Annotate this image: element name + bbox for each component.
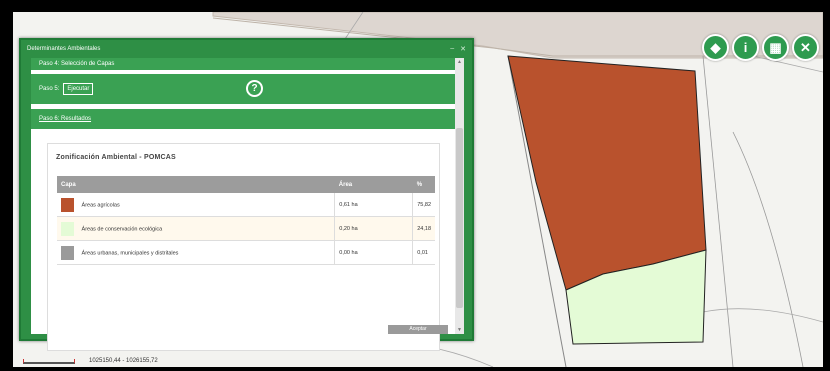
percent-cell: 0,01 [412, 240, 435, 265]
results-title: Zonificación Ambiental - POMCAS [56, 154, 176, 161]
percent-cell: 24,18 [412, 216, 435, 241]
step-5-header: Paso 5: Ejecutar ? [31, 74, 455, 106]
step-6-label: Paso 6: Resultados [39, 116, 92, 122]
step-6-header[interactable]: Paso 6: Resultados [31, 109, 455, 129]
tools-icon[interactable]: ✕ [792, 34, 819, 61]
percent-cell: 75,82 [412, 193, 435, 217]
map-viewer[interactable]: ◆ i ▦ ✕ 1025150,44 - 1026155,72 Determin… [13, 12, 823, 367]
scroll-up-icon[interactable]: ▲ [455, 58, 464, 66]
scale-bar [23, 358, 75, 364]
minimize-icon[interactable]: – [450, 45, 454, 53]
panel-titlebar[interactable]: Determinantes Ambientales – ✕ [21, 40, 472, 58]
col-percent: % [412, 176, 435, 193]
step-4-label: Paso 4: Selección de Capas [39, 61, 115, 67]
layers-icon[interactable]: ◆ [702, 34, 729, 61]
table-header-row: Capa Área % [57, 176, 435, 193]
layer-cell: Áreas de conservación ecológica [57, 216, 335, 241]
layer-name: Áreas de conservación ecológica [81, 225, 163, 232]
step-4-header[interactable]: Paso 4: Selección de Capas [31, 58, 455, 71]
table-row: Áreas de conservación ecológica 0,20 ha … [57, 216, 435, 241]
results-table: Capa Área % Áreas agrícolas 0,61 ha 75,8… [57, 176, 435, 265]
environmental-panel: Determinantes Ambientales – ✕ Paso 4: Se… [19, 38, 474, 351]
scroll-down-icon[interactable]: ▼ [455, 326, 464, 334]
parcel-agricultural [507, 55, 707, 291]
results-box: Zonificación Ambiental - POMCAS Capa Áre… [47, 143, 440, 351]
step-5-label: Paso 5: [39, 86, 60, 92]
table-row: Áreas agrícolas 0,61 ha 75,82 [57, 193, 435, 217]
basemap-icon[interactable]: ▦ [762, 34, 789, 61]
area-cell: 0,20 ha [334, 216, 413, 241]
layer-cell: Áreas agrícolas [57, 193, 335, 217]
map-toolbar: ◆ i ▦ ✕ [702, 34, 819, 61]
accept-button[interactable]: Aceptar [388, 325, 448, 334]
help-icon[interactable]: ? [246, 80, 263, 97]
panel-title: Determinantes Ambientales [27, 46, 101, 52]
panel-body: Paso 4: Selección de Capas Paso 5: Ejecu… [31, 58, 464, 351]
table-row: Áreas urbanas, municipales y distritales… [57, 240, 435, 265]
coordinates-readout: 1025150,44 - 1026155,72 [89, 358, 158, 364]
layer-cell: Áreas urbanas, municipales y distritales [57, 240, 335, 265]
color-swatch [61, 197, 74, 212]
color-swatch [61, 221, 74, 236]
col-layer: Capa [57, 176, 335, 193]
layer-name: Áreas agrícolas [81, 201, 120, 208]
col-area: Área [334, 176, 413, 193]
map-statusbar: 1025150,44 - 1026155,72 [13, 355, 203, 367]
layer-name: Áreas urbanas, municipales y distritales [81, 249, 179, 256]
color-swatch [61, 245, 74, 260]
close-icon[interactable]: ✕ [460, 45, 466, 53]
info-icon[interactable]: i [732, 34, 759, 61]
window-controls: – ✕ [450, 45, 466, 53]
scroll-thumb[interactable] [456, 128, 463, 308]
area-cell: 0,61 ha [334, 193, 413, 217]
area-cell: 0,00 ha [334, 240, 413, 265]
panel-scrollbar[interactable]: ▲ ▼ [455, 58, 464, 334]
run-button[interactable]: Ejecutar [63, 83, 94, 95]
